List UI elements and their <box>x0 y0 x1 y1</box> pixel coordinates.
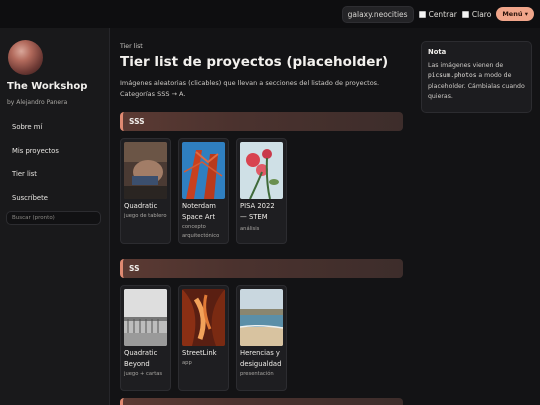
light-toggle[interactable]: Claro <box>461 9 492 19</box>
sidebar-item-tier-list[interactable]: Tier list <box>6 163 102 187</box>
note-panel: Nota Las imágenes vienen de picsum.photo… <box>421 41 532 113</box>
card-tag: presentación <box>240 371 274 377</box>
top-bar: galaxy.neocities Centrar Claro Menú ▾ <box>0 0 540 28</box>
card-tag: análisis <box>240 226 260 232</box>
sidebar-item-mis-proyectos[interactable]: Mis proyectos <box>6 140 102 164</box>
project-card[interactable]: Quadratic Beyond juego + cartas <box>120 285 171 391</box>
tier-header-sss: SSS <box>120 112 403 131</box>
card-tag: app <box>182 360 192 366</box>
page-intro: Imágenes aleatorias (clicables) que llev… <box>120 79 380 98</box>
center-checkbox[interactable] <box>418 10 426 18</box>
sidebar-nav: Sobre mí Mis proyectos Tier list Suscríb… <box>6 116 102 210</box>
project-thumbnail[interactable] <box>124 142 167 199</box>
project-card[interactable]: Quadratic juego de tablero <box>120 138 171 244</box>
sidebar-item-suscribete[interactable]: Suscríbete <box>6 187 102 211</box>
sidebar-item-sobre-mi[interactable]: Sobre mí <box>6 116 102 140</box>
main-content: Tier list Tier list de proyectos (placeh… <box>111 28 413 405</box>
project-thumbnail[interactable] <box>240 289 283 346</box>
project-card[interactable]: StreetLink app <box>178 285 229 391</box>
page-eyebrow: Tier list <box>120 43 143 50</box>
card-title: Noterdam Space Art <box>182 202 216 221</box>
card-title: Quadratic <box>124 202 158 210</box>
domain-chip[interactable]: galaxy.neocities <box>341 5 414 23</box>
light-checkbox[interactable] <box>461 10 469 18</box>
project-thumbnail[interactable] <box>182 289 225 346</box>
card-title: Quadratic Beyond <box>124 349 158 368</box>
project-thumbnail[interactable] <box>124 289 167 346</box>
menu-button[interactable]: Menú ▾ <box>496 7 534 21</box>
note-title: Nota <box>428 48 447 56</box>
note-text: Las imágenes vienen de picsum.photos a m… <box>428 62 525 100</box>
light-toggle-label: Claro <box>471 9 492 19</box>
search-input[interactable]: Buscar (pronto) <box>6 211 101 225</box>
card-tag: concepto arquitectónico <box>182 224 220 239</box>
project-thumbnail[interactable] <box>182 142 225 199</box>
card-title: PISA 2022 — STEM análisis <box>240 202 275 232</box>
sidebar: The Workshop by Alejandro Panera Sobre m… <box>0 28 110 405</box>
center-toggle-label: Centrar <box>428 9 457 19</box>
project-card[interactable]: Noterdam Space Art concepto arquitectóni… <box>178 138 229 244</box>
tier-header-ss: SS <box>120 259 403 278</box>
project-card[interactable]: Herencias y desigualdad presentación <box>236 285 287 391</box>
card-title: Herencias y desigualdad <box>240 349 282 368</box>
project-thumbnail[interactable] <box>240 142 283 199</box>
project-card[interactable]: PISA 2022 — STEM análisis <box>236 138 287 244</box>
card-tag: juego + cartas <box>124 371 163 377</box>
note-code: picsum.photos <box>428 72 477 80</box>
site-author: by Alejandro Panera <box>7 99 68 106</box>
tier-header-next <box>120 398 403 405</box>
avatar <box>8 40 43 75</box>
center-toggle[interactable]: Centrar <box>418 9 457 19</box>
site-title[interactable]: The Workshop <box>7 81 87 92</box>
page-title: Tier list de proyectos (placeholder) <box>120 54 389 70</box>
card-tag: juego de tablero <box>124 213 167 219</box>
card-title: StreetLink <box>182 349 217 357</box>
